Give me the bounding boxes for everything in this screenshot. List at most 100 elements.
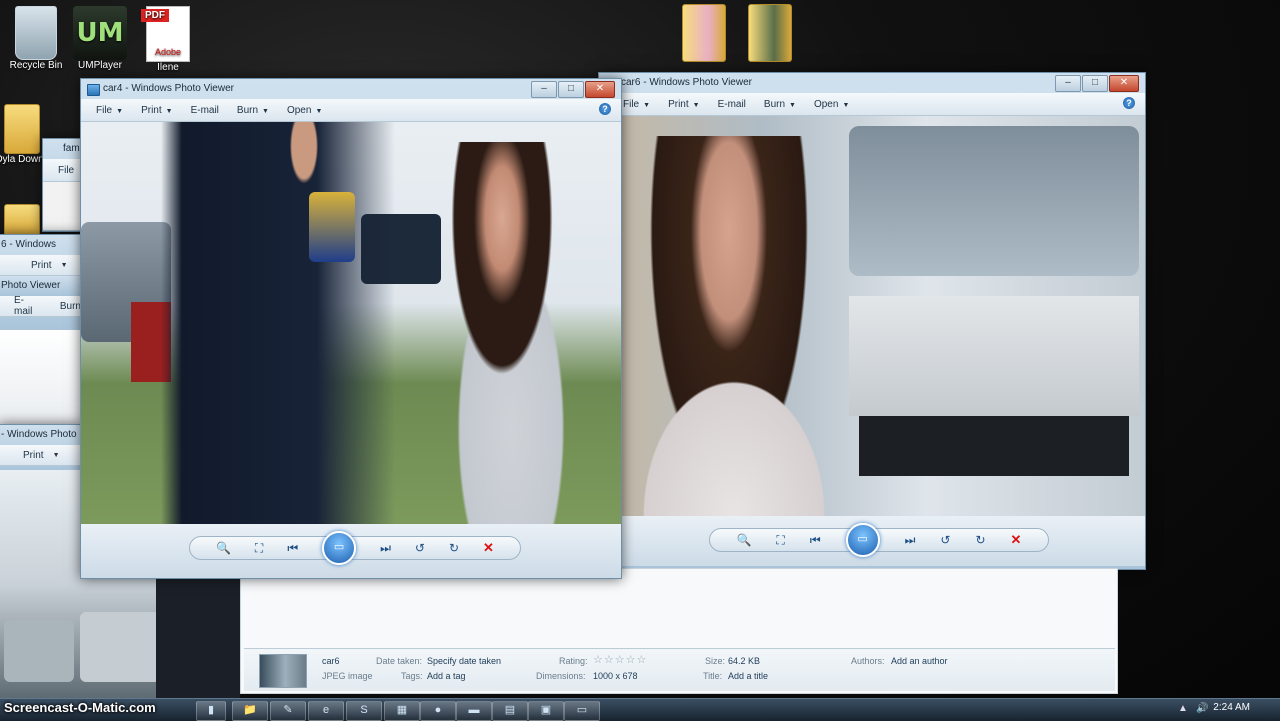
date-taken-value[interactable]: Specify date taken (427, 656, 501, 666)
help-icon[interactable]: ? (1123, 97, 1135, 109)
fit-window-icon[interactable]: ⛶ (776, 533, 784, 548)
photo-viewer-app-icon (87, 84, 100, 96)
magnifier-icon[interactable]: 🔍 (216, 541, 231, 555)
folder-shortcut-1[interactable] (668, 4, 740, 62)
viewer-controls: 🔍 ⛶ ⏮ ▭ ⏭ ↺ ↻ ✕ (599, 516, 1145, 566)
window-title: 6 - Windows Photo (1, 239, 57, 270)
control-strip: 🔍 ⛶ ⏮ ▭ ⏭ ↺ ↻ ✕ (709, 523, 1049, 557)
title-value[interactable]: Add a title (728, 671, 768, 681)
taskbar-clock[interactable]: 2:24 AM (1213, 702, 1250, 713)
taskbar-app-icon[interactable]: ✎ (270, 701, 306, 721)
umplayer-icon: UM (73, 6, 127, 60)
window-title: car4 - Windows Photo Viewer (103, 83, 234, 94)
delete-icon[interactable]: ✕ (1010, 532, 1021, 548)
menu-print[interactable]: Print ▼ (659, 99, 709, 110)
size-label: Size: (705, 656, 726, 666)
background-photo-strip (0, 330, 80, 430)
magnifier-icon[interactable]: 🔍 (736, 533, 751, 547)
volume-icon[interactable]: 🔊 (1196, 703, 1208, 714)
menu-email[interactable]: E-mail (709, 99, 755, 110)
menu-file[interactable]: File (49, 165, 83, 176)
slideshow-icon[interactable]: ▭ (845, 523, 880, 557)
menu-burn[interactable]: Burn (46, 301, 81, 312)
tags-value[interactable]: Add a tag (427, 671, 466, 681)
taskbar-ie-icon[interactable]: e (308, 701, 344, 721)
pdf-icon: PDF Adobe (141, 6, 190, 62)
help-icon[interactable]: ? (599, 103, 611, 115)
menubar: Print ▼ (0, 255, 81, 276)
slideshow-icon[interactable]: ▭ (322, 531, 357, 565)
background-window-2[interactable]: 6 - Windows Photo Print▼ Photo Viewer E-… (0, 234, 82, 332)
dimensions-value: 1000 x 678 (593, 671, 638, 681)
ilene-pdf-shortcut[interactable]: PDF Adobe Ilene (132, 6, 204, 73)
recycle-bin-label: Recycle Bin (9, 60, 63, 71)
folder-icon (4, 104, 40, 154)
previous-icon[interactable]: ⏮ (810, 533, 821, 548)
taskbar-app-icon[interactable]: ▭ (564, 701, 600, 721)
recycle-bin-shortcut[interactable]: Recycle Bin (0, 6, 72, 71)
window-title: car6 - Windows Photo Viewer (621, 77, 752, 88)
minimize-button[interactable]: – (531, 81, 557, 98)
taskbar-app-icon[interactable]: ▦ (384, 701, 420, 721)
rating-stars[interactable]: ☆☆☆☆☆ (593, 653, 647, 666)
taskbar-skype-icon[interactable]: S (346, 701, 382, 721)
tray-up-arrow-icon[interactable]: ▲ (1178, 703, 1188, 714)
next-icon[interactable]: ⏭ (380, 541, 391, 556)
taskbar-photo-viewer-icon[interactable]: ▣ (528, 701, 564, 721)
folder-shortcut-2[interactable] (734, 4, 806, 62)
next-icon[interactable]: ⏭ (905, 533, 916, 548)
minimize-button[interactable]: – (1055, 75, 1081, 92)
adobe-label: Adobe (154, 47, 182, 57)
menubar: Print ▼ (0, 445, 81, 466)
authors-value[interactable]: Add an author (891, 656, 948, 666)
menu-open[interactable]: Open ▼ (278, 105, 331, 116)
authors-label: Authors: (851, 656, 885, 666)
close-button[interactable]: ✕ (1109, 75, 1139, 92)
window-controls: – □ ✕ (1055, 75, 1139, 92)
date-taken-label: Date taken: (376, 656, 423, 666)
menubar: File ▼ Print ▼ E-mail Burn ▼ Open ▼ ? (81, 99, 621, 122)
show-desktop-icon[interactable]: ▮ (196, 701, 226, 721)
window-controls: – □ ✕ (531, 81, 615, 98)
menu-print[interactable]: Print (5, 450, 53, 461)
menu-email[interactable]: E-mail (5, 295, 46, 317)
photo-viewer-window-car4[interactable]: car4 - Windows Photo Viewer – □ ✕ File ▼ … (80, 78, 622, 579)
control-strip: 🔍 ⛶ ⏮ ▭ ⏭ ↺ ↻ ✕ (189, 531, 521, 565)
menu-burn[interactable]: Burn ▼ (228, 105, 278, 116)
photo-viewer-window-car6[interactable]: car6 - Windows Photo Viewer – □ ✕ File ▼ … (598, 72, 1146, 570)
folder-icon (748, 4, 792, 62)
menu-file[interactable]: File ▼ (87, 105, 132, 116)
menu-email[interactable]: E-mail (182, 105, 228, 116)
close-button[interactable]: ✕ (585, 81, 615, 98)
title-label: Title: (703, 671, 723, 681)
background-window-3[interactable]: - Windows Photo V Print▼ (0, 424, 82, 472)
dimensions-label: Dimensions: (536, 671, 586, 681)
maximize-button[interactable]: □ (558, 81, 584, 98)
delete-icon[interactable]: ✕ (483, 540, 494, 556)
window-title: Photo Viewer (0, 276, 81, 296)
menu-burn[interactable]: Burn ▼ (755, 99, 805, 110)
folder-icon (682, 4, 726, 62)
rotate-counterclockwise-icon[interactable]: ↺ (940, 533, 950, 547)
menubar: E-mail Burn (0, 295, 81, 317)
rotate-clockwise-icon[interactable]: ↻ (449, 541, 459, 555)
menu-print[interactable]: Print (5, 260, 61, 271)
fit-window-icon[interactable]: ⛶ (255, 541, 263, 556)
folder-icon (4, 204, 40, 236)
previous-icon[interactable]: ⏮ (287, 541, 298, 556)
rotate-counterclockwise-icon[interactable]: ↺ (415, 541, 425, 555)
taskbar-media-icon[interactable]: ▤ (492, 701, 528, 721)
file-name: car6 (322, 656, 340, 666)
viewer-controls: 🔍 ⛶ ⏮ ▭ ⏭ ↺ ↻ ✕ (81, 524, 621, 578)
screencast-watermark: Screencast-O-Matic.com (4, 700, 156, 715)
taskbar-recorder-icon[interactable]: ● (420, 701, 456, 721)
recycle-bin-icon (15, 6, 57, 60)
umplayer-shortcut[interactable]: UM UMPlayer (64, 6, 136, 71)
taskbar-app-icon[interactable]: ▬ (456, 701, 492, 721)
maximize-button[interactable]: □ (1082, 75, 1108, 92)
taskbar-explorer-icon[interactable]: 📁 (232, 701, 268, 721)
menu-open[interactable]: Open ▼ (805, 99, 858, 110)
size-value: 64.2 KB (728, 656, 761, 666)
rotate-clockwise-icon[interactable]: ↻ (975, 533, 985, 547)
menu-print[interactable]: Print ▼ (132, 105, 182, 116)
